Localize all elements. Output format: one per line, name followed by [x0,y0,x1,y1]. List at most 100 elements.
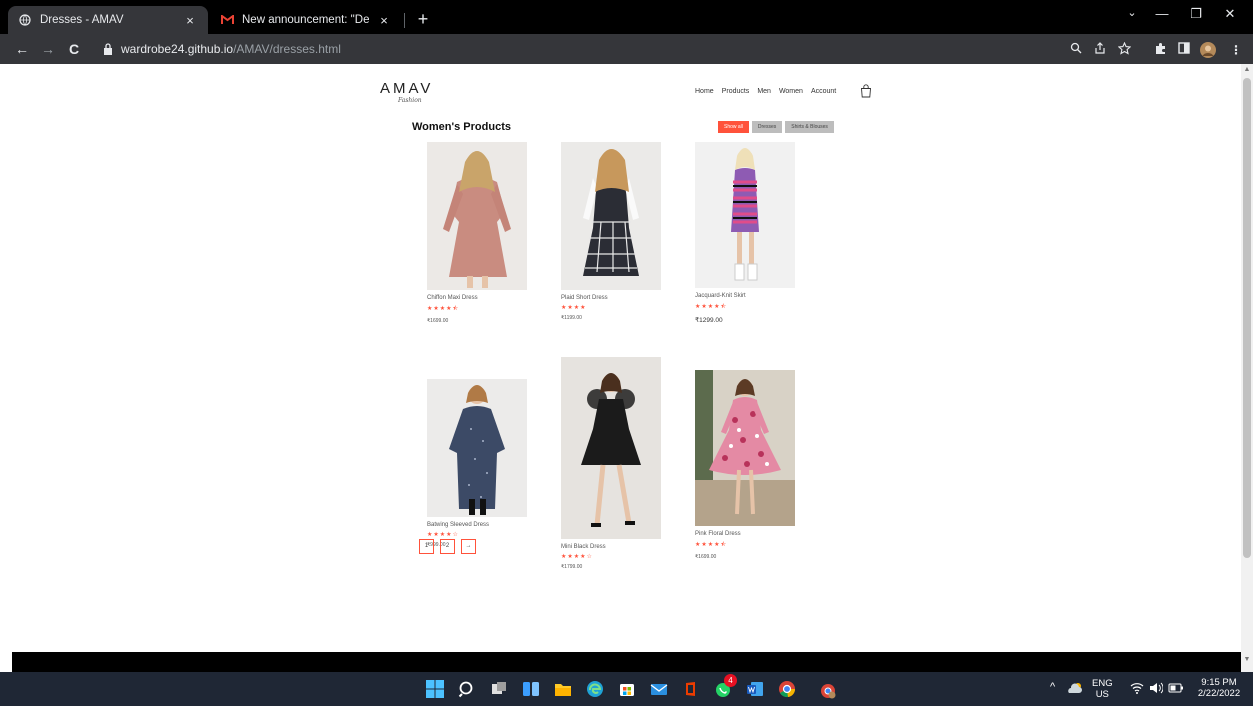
back-button[interactable]: ← [12,39,32,59]
rating-stars: ★★★★⯪ [695,304,728,310]
chrome-menu-icon[interactable]: ⋮ [1228,42,1244,58]
clock-time: 9:15 PM [1201,677,1237,688]
scrollbar-thumb[interactable] [1243,78,1251,558]
taskbar: 4 ^ ENG US 9:15 PM 2/22/2022 [0,672,1253,706]
product-card[interactable]: Mini Black Dress ★★★★☆ ₹1799.00 [561,357,661,570]
scroll-down-arrow-icon[interactable]: ▼ [1241,656,1253,663]
nav-home[interactable]: Home [695,88,714,95]
product-image[interactable] [561,142,661,290]
product-name[interactable]: Chiffon Maxi Dress [427,295,527,301]
section-title: Women's Products [412,121,511,133]
maximize-button[interactable]: ❐ [1182,6,1210,22]
word-icon[interactable] [746,680,764,698]
product-card[interactable]: Pink Floral Dress ★★★★⯪ ₹1699.00 [695,370,795,560]
tab-title: Dresses - AMAV [40,14,124,26]
shopping-bag-icon[interactable] [860,84,872,98]
rating-stars: ★★★★ [561,305,587,311]
product-card[interactable]: Chiffon Maxi Dress ★★★★⯪ ₹1699.00 [427,142,527,324]
product-image[interactable] [695,142,795,288]
page-2-button[interactable]: 2 [440,539,455,554]
logo-subtext: Fashion [398,97,422,104]
screen: Dresses - AMAV × New announcement: "Dear… [0,0,1253,706]
browser-toolbar: ← → C wardrobe24.github.io/AMAV/dresses.… [0,34,1253,64]
page-1-button[interactable]: 1 [419,539,434,554]
tab-close-icon[interactable]: × [376,13,392,28]
product-name[interactable]: Batwing Sleeved Dress [427,522,527,528]
nav-men[interactable]: Men [757,88,771,95]
reload-button[interactable]: C [64,39,84,59]
mail-icon[interactable] [650,680,668,698]
page-scrollbar[interactable]: ▲ ▼ [1241,64,1253,672]
product-name[interactable]: Mini Black Dress [561,544,661,550]
notification-badge: 4 [724,674,737,687]
product-price: ₹1699.00 [695,554,717,560]
next-page-button[interactable]: → [461,539,476,554]
product-image[interactable] [427,142,527,290]
minimize-button[interactable]: — [1148,6,1176,21]
product-card[interactable]: Batwing Sleeved Dress ★★★★☆ ₹999.00 [427,379,527,548]
site-nav: Home Products Men Women Account [695,88,836,95]
volume-icon[interactable] [1149,682,1164,697]
tab-search-icon[interactable]: ⌄ [1118,6,1146,19]
tab-announcement[interactable]: New announcement: "Dear stude × [210,6,402,34]
tab-dresses[interactable]: Dresses - AMAV × [8,6,208,34]
rating-stars: ★★★★⯪ [427,306,460,312]
product-price: ₹1699.00 [427,318,449,324]
product-name[interactable]: Plaid Short Dress [561,295,661,301]
tab-title: New announcement: "Dear stude [242,14,370,26]
new-tab-button[interactable]: + [412,9,434,30]
language-indicator[interactable]: ENG US [1092,678,1113,700]
url-path: /AMAV/dresses.html [233,42,341,56]
product-image[interactable] [561,357,661,539]
clock[interactable]: 9:15 PM 2/22/2022 [1192,677,1246,699]
widgets-icon[interactable] [522,680,540,698]
globe-icon [18,13,32,27]
language-code: ENG [1092,678,1113,689]
tab-close-icon[interactable]: × [182,13,198,28]
nav-women[interactable]: Women [779,88,803,95]
extensions-puzzle-icon[interactable] [1152,42,1168,58]
windows-start-icon[interactable] [426,680,444,698]
product-name[interactable]: Jacquard-Knit Skirt [695,293,795,299]
product-image[interactable] [427,379,527,517]
product-image[interactable] [695,370,795,526]
chrome-taskbar-icon[interactable] [778,680,796,698]
side-panel-icon[interactable] [1176,42,1192,58]
edge-browser-icon[interactable] [586,680,604,698]
product-name[interactable]: Pink Floral Dress [695,531,795,537]
filter-shirts-blouses[interactable]: Shirts & Blouses [785,121,834,133]
nav-account[interactable]: Account [811,88,836,95]
microsoft-store-icon[interactable] [618,680,636,698]
weather-icon[interactable] [1067,681,1083,698]
url-host: wardrobe24.github.io [121,42,234,56]
office-icon[interactable] [682,680,700,698]
task-view-icon[interactable] [490,680,508,698]
product-card[interactable]: Jacquard-Knit Skirt ★★★★⯪ ₹1299.00 [695,142,795,324]
battery-icon[interactable] [1168,683,1184,696]
file-explorer-icon[interactable] [554,680,572,698]
tray-chevron-icon[interactable]: ^ [1050,682,1055,693]
forward-button[interactable]: → [38,39,58,59]
zoom-icon[interactable] [1068,42,1084,58]
rating-stars: ★★★★⯪ [695,542,728,548]
profile-avatar-icon[interactable] [1200,42,1216,58]
bookmark-star-icon[interactable] [1116,41,1132,58]
share-icon[interactable] [1092,42,1108,58]
filter-dresses[interactable]: Dresses [751,121,783,133]
product-card[interactable]: Plaid Short Dress ★★★★ ₹1199.00 [561,142,661,321]
site-footer [12,652,1241,672]
logo-text: AMAV [380,80,434,97]
lock-icon [104,43,112,55]
pagination: 1 2 → [419,539,476,554]
tab-strip: Dresses - AMAV × New announcement: "Dear… [0,0,1253,34]
product-price: ₹1799.00 [561,564,583,570]
product-price: ₹1199.00 [561,315,582,321]
close-window-button[interactable]: ✕ [1216,6,1244,22]
chrome-profile-taskbar-icon[interactable] [820,683,836,699]
site-logo[interactable]: AMAV Fashion [380,80,434,104]
scroll-up-arrow-icon[interactable]: ▲ [1241,66,1253,73]
search-icon[interactable] [458,680,476,698]
nav-products[interactable]: Products [722,88,750,95]
filter-show-all[interactable]: Show all [718,121,749,133]
wifi-icon[interactable] [1130,682,1144,697]
